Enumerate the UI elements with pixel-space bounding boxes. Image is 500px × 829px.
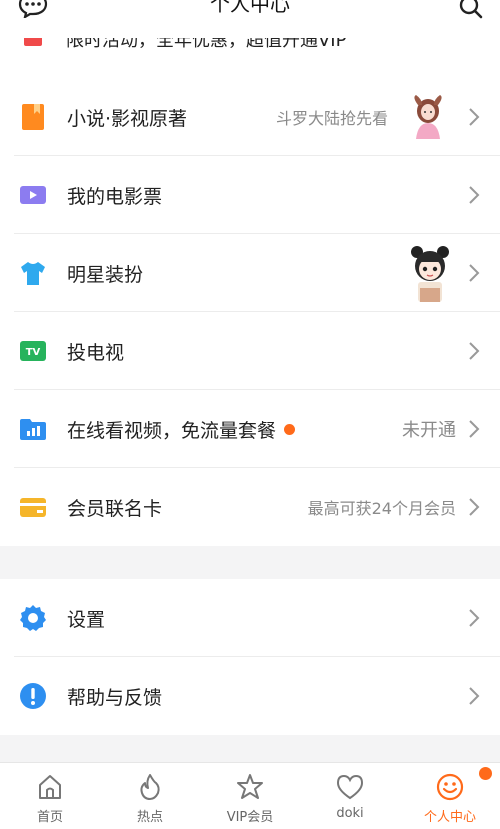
tab-doki[interactable]: doki	[300, 763, 400, 829]
anime-girl-thumbnail	[414, 95, 442, 139]
tv-icon: TV	[20, 341, 46, 361]
promo-icon	[24, 38, 42, 46]
promo-row[interactable]: 限时活动，全年优惠，超值开通VIP	[0, 38, 500, 78]
tab-label: 热点	[136, 810, 163, 825]
menu-item-settings[interactable]: 设置	[0, 579, 500, 657]
chevron-right-icon	[469, 687, 480, 705]
doki-heart-icon	[336, 774, 364, 800]
menu-label: 会员联名卡	[67, 497, 163, 520]
search-icon[interactable]	[458, 0, 484, 20]
tab-label: doki	[336, 806, 364, 821]
book-icon	[22, 104, 44, 130]
menu-label: 明星装扮	[67, 263, 144, 286]
menu-item-member-card[interactable]: 会员联名卡 最高可获24个月会员	[0, 468, 500, 546]
tshirt-icon	[21, 262, 45, 285]
menu-label: 我的电影票	[67, 185, 163, 208]
menu-label: 小说·影视原著	[67, 107, 188, 130]
chevron-right-icon	[469, 186, 480, 204]
gear-icon	[20, 605, 46, 631]
cartoon-girl-thumbnail	[411, 246, 449, 302]
menu-item-cast-tv[interactable]: TV 投电视	[0, 312, 500, 390]
menu-item-help-feedback[interactable]: 帮助与反馈	[0, 657, 500, 735]
flame-icon	[140, 774, 160, 800]
menu-group-services: 小说·影视原著 斗罗大陆抢先看 我的电影票 明星装扮 TV 投电视 在线看视频，…	[0, 78, 500, 546]
tab-label: 首页	[36, 810, 63, 825]
home-icon	[39, 775, 61, 799]
menu-subtext: 未开通	[402, 420, 456, 441]
tab-home[interactable]: 首页	[0, 763, 100, 829]
bottom-tab-bar: 首页 热点 VIP会员 doki 个人中心	[0, 762, 500, 829]
menu-item-movie-ticket[interactable]: 我的电影票	[0, 156, 500, 234]
tab-vip[interactable]: VIP会员	[200, 763, 300, 829]
tab-label: 个人中心	[423, 810, 476, 825]
menu-label: 投电视	[67, 341, 125, 364]
chevron-right-icon	[469, 609, 480, 627]
menu-label: 帮助与反馈	[67, 686, 163, 709]
svg-text:TV: TV	[26, 347, 41, 358]
vip-star-icon	[237, 774, 263, 799]
chevron-right-icon	[469, 342, 480, 360]
menu-label: 在线看视频，免流量套餐	[67, 416, 296, 443]
new-dot-badge	[284, 423, 296, 435]
tab-profile[interactable]: 个人中心	[400, 763, 500, 829]
chevron-right-icon	[469, 420, 480, 438]
data-folder-icon	[20, 419, 46, 440]
chevron-right-icon	[469, 108, 480, 126]
menu-subtext: 斗罗大陆抢先看	[275, 109, 388, 128]
menu-label-text: 在线看视频，免流量套餐	[67, 419, 277, 442]
notification-dot-badge	[479, 767, 492, 780]
menu-item-star-dressup[interactable]: 明星装扮	[0, 234, 500, 312]
ticket-icon	[20, 186, 46, 204]
menu-item-free-data-plan[interactable]: 在线看视频，免流量套餐 未开通	[0, 390, 500, 468]
menu-item-novel[interactable]: 小说·影视原著 斗罗大陆抢先看	[0, 78, 500, 156]
chevron-right-icon	[469, 498, 480, 516]
menu-label: 设置	[67, 608, 106, 631]
menu-subtext: 最高可获24个月会员	[307, 499, 456, 518]
top-bar: 个人中心	[0, 0, 500, 38]
credit-card-icon	[20, 498, 46, 517]
promo-label: 限时活动，全年优惠，超值开通VIP	[66, 38, 347, 51]
menu-group-settings: 设置 帮助与反馈	[0, 579, 500, 735]
page-title: 个人中心	[210, 0, 290, 16]
tab-label: VIP会员	[226, 810, 274, 825]
tab-hot[interactable]: 热点	[100, 763, 200, 829]
smiley-icon	[436, 773, 464, 801]
info-exclamation-icon	[20, 683, 46, 709]
chevron-right-icon	[469, 264, 480, 282]
